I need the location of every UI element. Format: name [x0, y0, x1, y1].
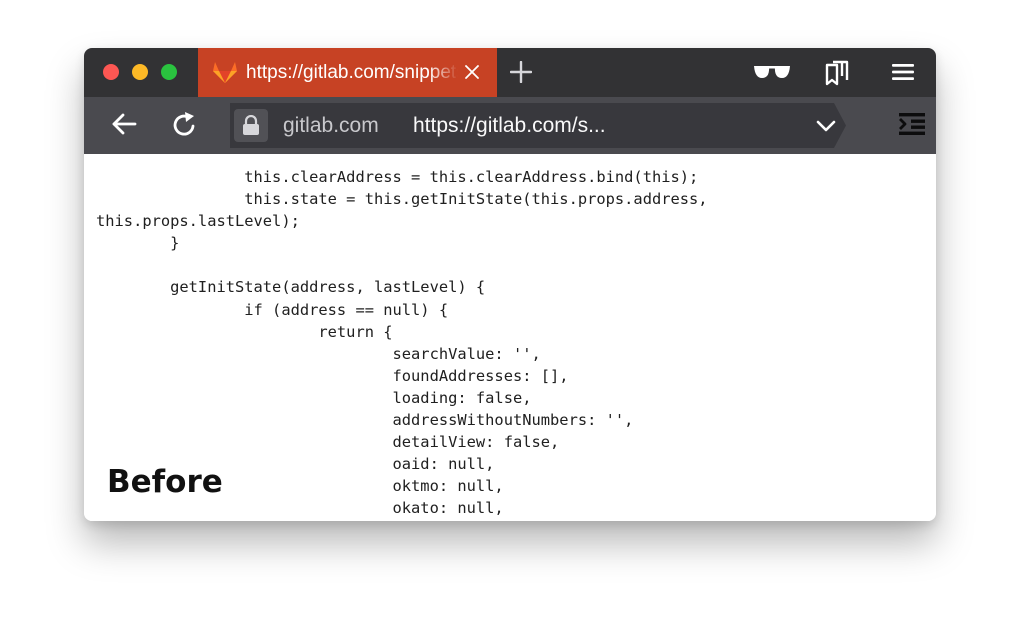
code-line: getInitState(address, lastLevel) { [96, 278, 486, 297]
close-window-button[interactable] [103, 64, 119, 80]
url-bar[interactable]: gitlab.com https://gitlab.com/s... [230, 103, 846, 148]
code-line: searchValue: '', [96, 344, 541, 363]
code-line: loading: false, [96, 388, 532, 407]
tab-title: https://gitlab.com/snippets/ [246, 62, 458, 83]
lock-icon [243, 115, 259, 135]
chevron-down-icon[interactable] [816, 120, 836, 132]
sidebar-icon[interactable] [898, 110, 926, 138]
url-domain: gitlab.com [283, 114, 379, 137]
site-identity-button[interactable] [234, 109, 268, 142]
plus-icon[interactable] [510, 61, 532, 83]
glasses-icon[interactable] [753, 63, 791, 81]
back-arrow-icon[interactable] [111, 113, 137, 135]
zoom-window-button[interactable] [161, 64, 177, 80]
code-line: return { [96, 322, 393, 341]
url-text[interactable]: https://gitlab.com/s... [413, 114, 606, 138]
gitlab-fox-icon [213, 62, 237, 83]
before-caption: Before [107, 464, 223, 500]
code-line: this.state = this.getInitState(this.prop… [96, 190, 708, 209]
code-line: detailView: false, [96, 433, 560, 452]
navigation-bar: gitlab.com https://gitlab.com/s... [84, 97, 936, 154]
code-line: this.clearAddress = this.clearAddress.bi… [96, 168, 699, 186]
page-content: this.clearAddress = this.clearAddress.bi… [84, 154, 936, 521]
hamburger-menu-icon[interactable] [892, 63, 914, 81]
code-line: this.props.lastLevel); [96, 212, 300, 231]
close-icon[interactable] [464, 64, 480, 80]
code-line: foundAddresses: [], [96, 366, 569, 385]
code-line: if (address == null) { [96, 300, 449, 319]
code-line: } [96, 234, 180, 253]
reload-icon[interactable] [172, 110, 198, 138]
code-line: okato: null, [96, 499, 504, 518]
minimize-window-button[interactable] [132, 64, 148, 80]
active-tab[interactable]: https://gitlab.com/snippets/ [198, 48, 497, 97]
browser-window: https://gitlab.com/snippets/ gitlab.com … [84, 48, 936, 521]
code-line: addressWithoutNumbers: '', [96, 411, 634, 430]
tab-bar: https://gitlab.com/snippets/ [84, 48, 936, 97]
library-icon[interactable] [824, 60, 850, 86]
